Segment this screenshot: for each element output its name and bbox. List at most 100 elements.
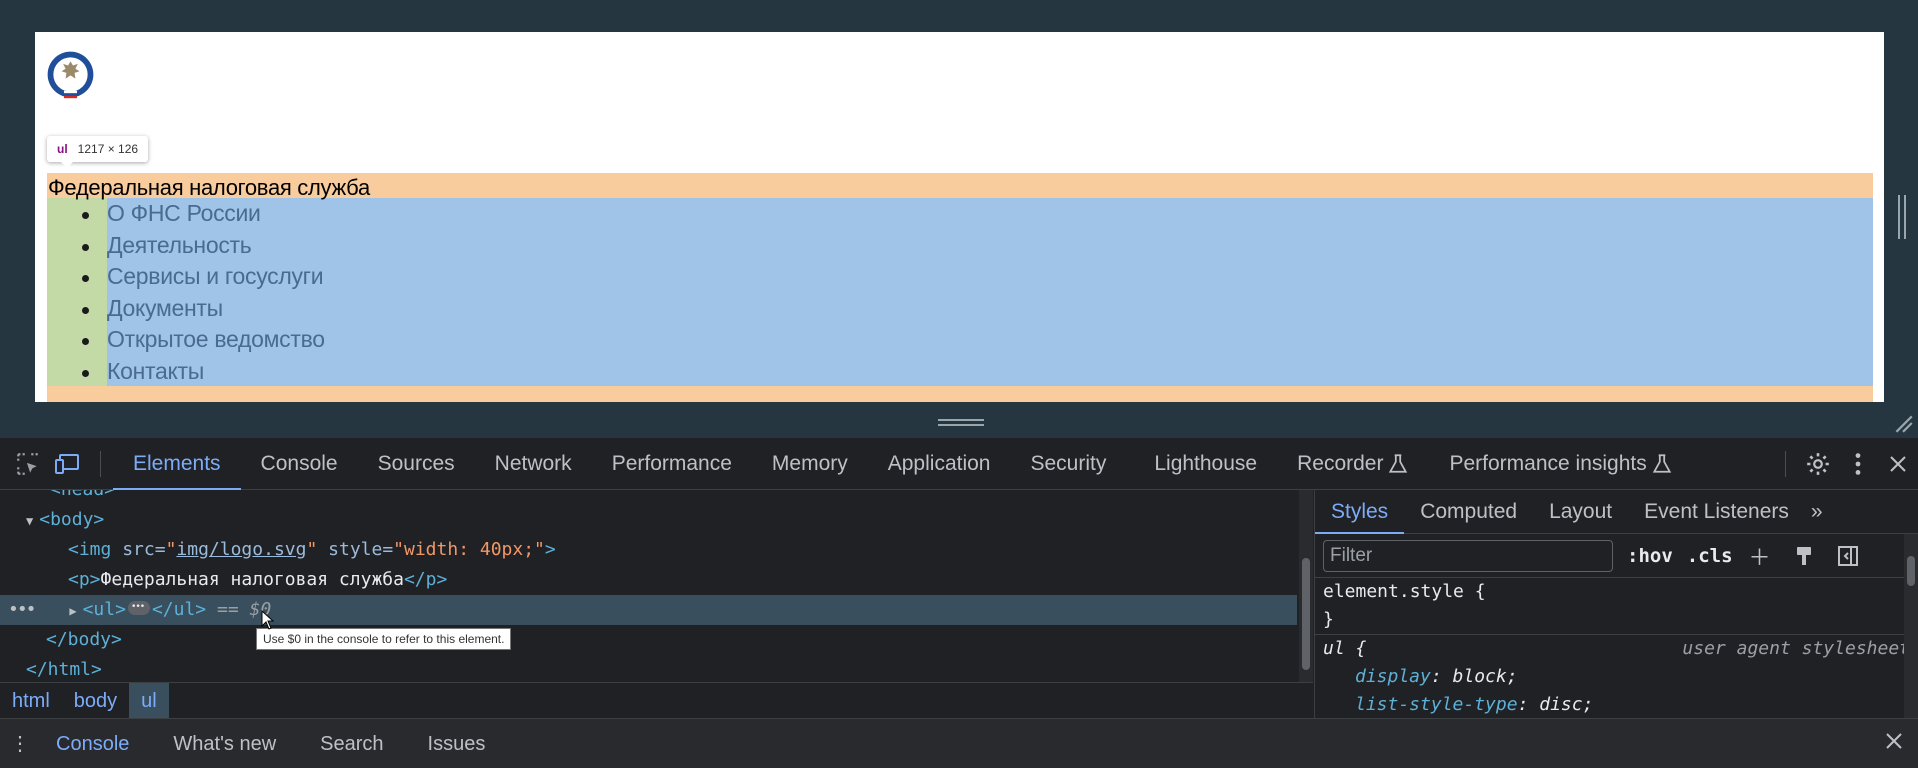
breadcrumb-body[interactable]: body xyxy=(62,683,129,718)
resize-corner-icon[interactable] xyxy=(1892,412,1914,434)
hov-toggle[interactable]: :hov xyxy=(1627,545,1673,567)
toolbar-right-actions xyxy=(1773,438,1918,490)
tab-lighthouse[interactable]: Lighthouse xyxy=(1134,438,1277,490)
collapse-triangle-icon[interactable]: ▶ xyxy=(69,604,76,618)
nav-link-services[interactable]: Сервисы и госуслуги xyxy=(82,261,325,293)
styles-scrollbar-thumb[interactable] xyxy=(1907,556,1915,586)
tab-network[interactable]: Network xyxy=(475,438,592,490)
img-tag-text: <img xyxy=(68,539,112,560)
paint-brush-icon[interactable] xyxy=(1787,539,1821,573)
tooltip-tag: ul xyxy=(57,142,68,156)
ul-ua-rule: ul {user agent stylesheet display: block… xyxy=(1315,635,1918,718)
ua-stylesheet-source: user agent stylesheet xyxy=(1682,638,1910,659)
breadcrumb-ul[interactable]: ul xyxy=(129,683,169,718)
drawer-tab-issues[interactable]: Issues xyxy=(406,719,508,768)
dom-node-body-close[interactable]: </body> xyxy=(0,625,1297,655)
prop-display-value[interactable]: block; xyxy=(1453,666,1518,687)
device-toolbar-icon[interactable] xyxy=(48,444,88,484)
dom-node-body[interactable]: ▼ <body> xyxy=(0,505,1297,535)
inspected-page: Федеральная налоговая служба ul 1217 × 1… xyxy=(35,32,1884,402)
main-nav-list: О ФНС России Деятельность Сервисы и госу… xyxy=(82,198,325,388)
flask-icon xyxy=(1389,453,1408,473)
tab-elements[interactable]: Elements xyxy=(113,438,241,490)
viewport-scroll-grip[interactable] xyxy=(1898,195,1906,239)
ul-content-highlight xyxy=(107,198,1873,386)
drawer-tab-whats-new[interactable]: What's new xyxy=(151,719,298,768)
dom-node-ul-selected[interactable]: ••• ▶<ul></ul> == $0 xyxy=(0,592,1297,625)
dom-node-head[interactable]: <head> xyxy=(0,490,1297,505)
p-close-tag: </p> xyxy=(403,569,448,590)
tooltip-dimensions: 1217 × 126 xyxy=(77,142,139,156)
flask-icon xyxy=(1652,453,1671,473)
devtools-toolbar: Elements Console Sources Network Perform… xyxy=(0,438,1918,490)
p-open-tag: <p> xyxy=(68,569,101,590)
styles-pane: Styles Computed Layout Event Listeners »… xyxy=(1314,490,1918,718)
tab-event-listeners[interactable]: Event Listeners xyxy=(1628,490,1805,534)
page-viewport: Федеральная налоговая служба ul 1217 × 1… xyxy=(0,0,1918,438)
tab-sources[interactable]: Sources xyxy=(358,438,475,490)
tab-layout[interactable]: Layout xyxy=(1533,490,1628,534)
mouse-cursor-icon xyxy=(261,610,275,630)
dom-scrollbar-thumb[interactable] xyxy=(1302,558,1310,670)
tab-console[interactable]: Console xyxy=(241,438,358,490)
dom-node-img[interactable]: <img src="img/logo.svg" style="width: 40… xyxy=(0,535,1297,565)
close-drawer-icon[interactable] xyxy=(1884,731,1904,751)
prop-list-style-type-name[interactable]: list-style-type xyxy=(1323,694,1518,715)
tab-performance-insights[interactable]: Performance insights xyxy=(1429,438,1650,490)
styles-scrollbar[interactable] xyxy=(1904,534,1918,718)
toolbar-separator xyxy=(100,450,101,477)
element-style-close: } xyxy=(1323,609,1334,630)
nav-link-open-agency[interactable]: Открытое ведомство xyxy=(82,324,325,356)
drawer-tab-console[interactable]: Console xyxy=(34,719,151,768)
inspect-element-icon[interactable] xyxy=(8,444,48,484)
new-style-rule-plus-icon[interactable]: ＋ xyxy=(1743,539,1777,573)
img-src-attr: src= xyxy=(122,539,166,560)
tab-performance[interactable]: Performance xyxy=(592,438,752,490)
nav-link-documents[interactable]: Документы xyxy=(82,293,325,325)
tab-application[interactable]: Application xyxy=(868,438,1011,490)
tab-recorder[interactable]: Recorder xyxy=(1277,438,1387,490)
dollar-zero-tooltip: Use $0 in the console to refer to this e… xyxy=(256,628,512,650)
ul-open-tag: <ul> xyxy=(82,599,126,620)
expand-triangle-icon[interactable]: ▼ xyxy=(26,514,33,528)
nav-link-about[interactable]: О ФНС России xyxy=(82,198,325,230)
settings-gear-icon[interactable] xyxy=(1798,444,1838,484)
more-tabs-chevron-icon[interactable]: » xyxy=(1805,490,1829,534)
toolbar-separator xyxy=(1785,451,1786,477)
dom-node-html-close[interactable]: </html> xyxy=(0,655,1297,682)
drawer-tab-search[interactable]: Search xyxy=(298,719,405,768)
styles-tabbar: Styles Computed Layout Event Listeners » xyxy=(1315,490,1918,534)
tab-computed[interactable]: Computed xyxy=(1404,490,1533,534)
body-close-tag: </body> xyxy=(46,629,122,650)
console-drawer: ⋮ Console What's new Search Issues xyxy=(0,718,1918,768)
dom-scrollbar[interactable] xyxy=(1299,490,1313,682)
img-src-link[interactable]: img/logo.svg xyxy=(176,539,306,560)
devtools-resize-handle[interactable] xyxy=(938,418,984,428)
tab-security[interactable]: Security xyxy=(1010,438,1126,490)
breadcrumb-html[interactable]: html xyxy=(0,683,62,718)
body-tag-text: <body> xyxy=(39,509,105,530)
nav-link-contacts[interactable]: Контакты xyxy=(82,356,325,388)
fns-logo-emblem xyxy=(47,51,94,99)
prop-display-name[interactable]: display xyxy=(1323,666,1431,687)
tab-styles[interactable]: Styles xyxy=(1315,490,1405,534)
drawer-menu-icon[interactable]: ⋮ xyxy=(6,731,34,756)
p-text: Федеральная налоговая служба xyxy=(100,569,404,590)
dom-node-p[interactable]: <p>Федеральная налоговая служба</p> xyxy=(0,565,1297,595)
cls-toggle[interactable]: .cls xyxy=(1687,545,1733,567)
styles-filter-input[interactable] xyxy=(1323,539,1613,572)
toggle-sidebar-icon[interactable] xyxy=(1831,539,1865,573)
element-style-selector[interactable]: element.style { xyxy=(1323,581,1486,602)
close-devtools-icon[interactable] xyxy=(1878,444,1918,484)
ul-selector: ul { xyxy=(1323,638,1367,659)
collapsed-children-icon[interactable] xyxy=(127,592,150,622)
head-tag-text: <head> xyxy=(50,490,115,500)
html-close-tag: </html> xyxy=(26,659,102,680)
devtools-panel: Elements Console Sources Network Perform… xyxy=(0,438,1918,768)
tab-memory[interactable]: Memory xyxy=(752,438,868,490)
img-close-bracket: > xyxy=(544,539,556,560)
prop-list-style-type-value[interactable]: disc; xyxy=(1539,694,1593,715)
more-options-icon[interactable] xyxy=(1838,444,1878,484)
node-actions-ellipsis-icon[interactable]: ••• xyxy=(8,599,36,620)
nav-link-activity[interactable]: Деятельность xyxy=(82,230,325,262)
